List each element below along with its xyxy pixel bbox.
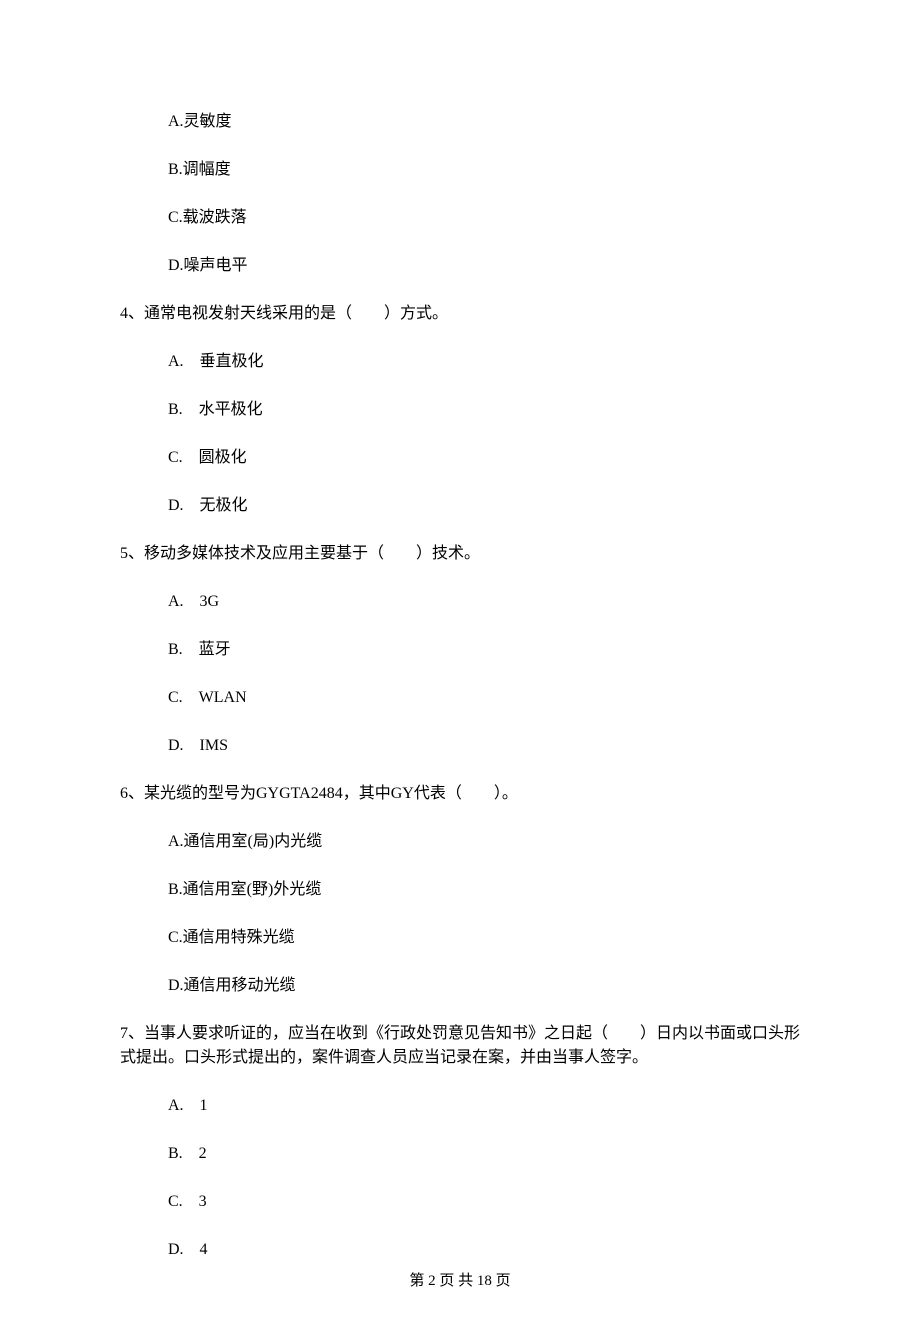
q6-option-a: A.通信用室(局)内光缆 — [120, 830, 800, 854]
q5-option-b: B. 蓝牙 — [120, 638, 800, 662]
q6-option-b: B.通信用室(野)外光缆 — [120, 878, 800, 902]
page-footer: 第 2 页 共 18 页 — [0, 1270, 920, 1293]
q6-stem: 6、某光缆的型号为GYGTA2484，其中GY代表（ ）。 — [120, 782, 800, 806]
q4-option-d: D. 无极化 — [120, 494, 800, 518]
q6-option-d: D.通信用移动光缆 — [120, 974, 800, 998]
q6-option-c: C.通信用特殊光缆 — [120, 926, 800, 950]
q7-option-c: C. 3 — [120, 1190, 800, 1214]
q5-stem: 5、移动多媒体技术及应用主要基于（ ）技术。 — [120, 542, 800, 566]
q4-option-a: A. 垂直极化 — [120, 350, 800, 374]
q5-option-a: A. 3G — [120, 590, 800, 614]
q7-stem: 7、当事人要求听证的，应当在收到《行政处罚意见告知书》之日起（ ）日内以书面或口… — [120, 1022, 800, 1070]
q7-option-a: A. 1 — [120, 1094, 800, 1118]
q3-option-c: C.载波跌落 — [120, 206, 800, 230]
q5-option-d: D. IMS — [120, 734, 800, 758]
page: A.灵敏度 B.调幅度 C.载波跌落 D.噪声电平 4、通常电视发射天线采用的是… — [0, 0, 920, 1326]
q3-option-d: D.噪声电平 — [120, 254, 800, 278]
q7-option-d: D. 4 — [120, 1238, 800, 1262]
q5-option-c: C. WLAN — [120, 686, 800, 710]
q3-option-a: A.灵敏度 — [120, 110, 800, 134]
q4-stem: 4、通常电视发射天线采用的是（ ）方式。 — [120, 302, 800, 326]
q4-option-b: B. 水平极化 — [120, 398, 800, 422]
q3-option-b: B.调幅度 — [120, 158, 800, 182]
q4-option-c: C. 圆极化 — [120, 446, 800, 470]
q7-option-b: B. 2 — [120, 1142, 800, 1166]
